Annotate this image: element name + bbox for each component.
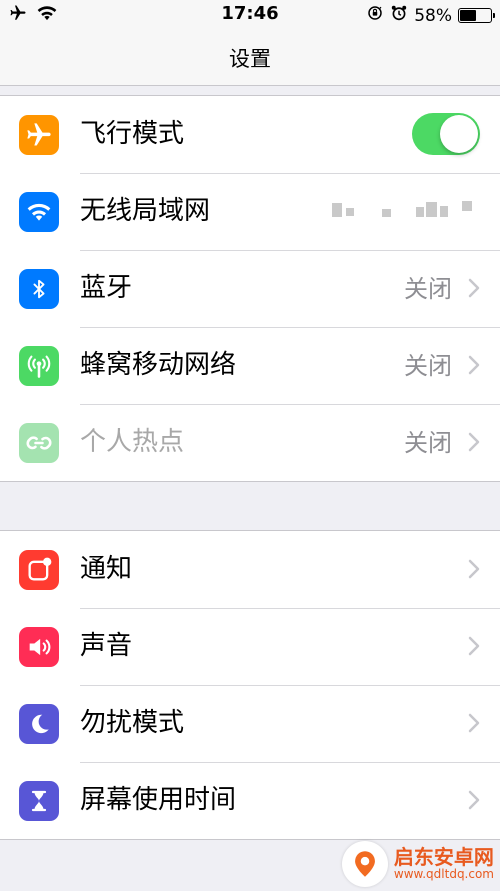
chevron-right-icon	[468, 278, 480, 298]
mosaic-block	[426, 202, 437, 217]
nav-bar: 设置	[0, 30, 500, 86]
chevron-right-icon	[468, 790, 480, 810]
settings-row-screen-time[interactable]: 屏幕使用时间	[0, 762, 500, 839]
site-watermark: 启东安卓网 www.qdltdq.com	[341, 841, 494, 887]
row-value: 关闭	[404, 429, 452, 457]
row-label: 通知	[80, 554, 133, 584]
row-label: 勿扰模式	[80, 708, 185, 738]
watermark-text: 启东安卓网 www.qdltdq.com	[394, 846, 494, 881]
settings-group-notifications: 通知 声音 勿扰模式 屏幕使用时间	[0, 530, 500, 840]
wifi-network-name-obscured	[330, 201, 480, 221]
airplane-mode-toggle[interactable]	[412, 113, 480, 155]
speaker-icon	[19, 627, 59, 667]
notifications-icon	[19, 550, 59, 590]
watermark-url: www.qdltdq.com	[393, 867, 494, 882]
settings-group-connectivity: 飞行模式 无线局域网 蓝牙 关闭 蜂窝移动网络 关闭 个人热点 关闭	[0, 95, 500, 482]
mosaic-block	[346, 208, 354, 216]
row-value: 关闭	[404, 275, 452, 303]
mosaic-block	[332, 203, 342, 217]
row-label: 蓝牙	[80, 273, 133, 303]
chevron-right-icon	[468, 355, 480, 375]
cellular-antenna-icon	[19, 346, 59, 386]
chevron-right-icon	[468, 559, 480, 579]
alarm-icon	[390, 4, 408, 27]
row-label: 蜂窝移动网络	[80, 350, 237, 380]
chevron-right-icon	[468, 713, 480, 733]
battery-level-fill	[460, 10, 476, 21]
settings-row-notifications[interactable]: 通知	[0, 531, 500, 608]
battery-icon	[458, 8, 495, 23]
airplane-icon	[19, 115, 59, 155]
settings-row-airplane-mode[interactable]: 飞行模式	[0, 96, 500, 173]
settings-row-do-not-disturb[interactable]: 勿扰模式	[0, 685, 500, 762]
settings-row-personal-hotspot[interactable]: 个人热点 关闭	[0, 404, 500, 481]
settings-row-wlan[interactable]: 无线局域网	[0, 173, 500, 250]
row-label: 无线局域网	[80, 196, 211, 226]
battery-percent: 58%	[414, 5, 452, 26]
moon-icon	[19, 704, 59, 744]
status-bar: 17:46 58%	[0, 0, 500, 30]
row-label: 飞行模式	[80, 119, 185, 149]
mosaic-block	[382, 209, 391, 217]
watermark-name: 启东安卓网	[393, 845, 494, 870]
mosaic-block	[462, 201, 472, 211]
status-right: 58%	[366, 4, 495, 27]
settings-row-bluetooth[interactable]: 蓝牙 关闭	[0, 250, 500, 327]
row-label: 个人热点	[80, 427, 185, 457]
settings-row-sounds[interactable]: 声音	[0, 608, 500, 685]
chevron-right-icon	[468, 432, 480, 452]
hotspot-link-icon	[19, 423, 59, 463]
wifi-icon	[19, 192, 59, 232]
watermark-logo	[341, 841, 388, 887]
chevron-right-icon	[468, 636, 480, 656]
settings-row-cellular[interactable]: 蜂窝移动网络 关闭	[0, 327, 500, 404]
mosaic-block	[440, 206, 448, 217]
page-title: 设置	[229, 47, 271, 71]
row-label: 声音	[80, 631, 133, 661]
hourglass-icon	[19, 781, 59, 821]
orientation-lock-icon	[366, 4, 384, 27]
bluetooth-icon	[19, 269, 59, 309]
row-value: 关闭	[404, 352, 452, 380]
row-label: 屏幕使用时间	[80, 785, 237, 815]
toggle-knob	[440, 115, 478, 153]
mosaic-block	[416, 207, 424, 217]
